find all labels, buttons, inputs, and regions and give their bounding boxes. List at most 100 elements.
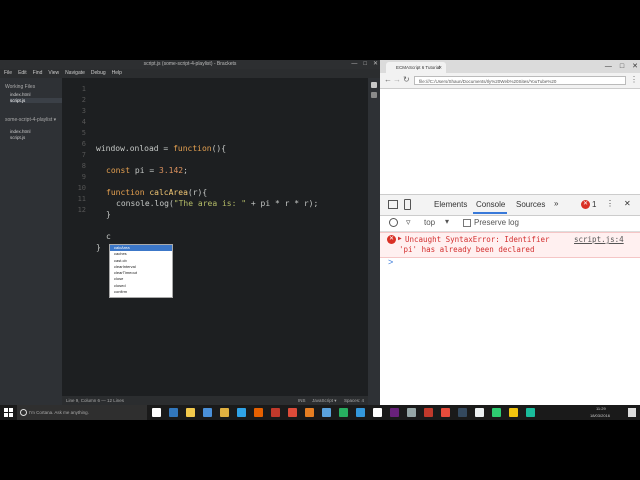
minimize-icon[interactable]: — <box>605 60 612 73</box>
app-icon-5[interactable] <box>407 408 416 417</box>
devtools-close-icon[interactable]: ✕ <box>624 199 631 208</box>
file-sidebar: Working Files index.html script.js some-… <box>0 78 62 405</box>
autocomplete-item[interactable]: confirm <box>110 289 172 295</box>
app-icon[interactable] <box>271 408 280 417</box>
line-number: 5 <box>81 129 86 137</box>
menu-file[interactable]: File <box>4 69 12 78</box>
brackets-window: script.js (some-script-4-playlist) - Bra… <box>0 60 380 405</box>
back-icon[interactable]: ← <box>384 75 392 84</box>
menu-edit[interactable]: Edit <box>18 69 27 78</box>
photoshop-icon[interactable] <box>237 408 246 417</box>
menu-debug[interactable]: Debug <box>91 69 106 78</box>
firefox-icon[interactable] <box>254 408 263 417</box>
app-icon-10[interactable] <box>492 408 501 417</box>
maximize-icon[interactable]: □ <box>620 60 624 73</box>
insert-mode[interactable]: INS <box>298 396 306 405</box>
code-line-6: console.log("The area is: " + pi * r * r… <box>116 199 319 208</box>
language-select[interactable]: JavaScript ▾ <box>312 396 337 405</box>
app-icon-6[interactable] <box>424 408 433 417</box>
preserve-log-checkbox[interactable] <box>463 219 471 227</box>
menu-icon[interactable]: ⋮ <box>630 75 638 84</box>
minimize-icon[interactable]: — <box>351 60 357 69</box>
brackets-icon[interactable] <box>322 408 331 417</box>
console-toolbar: ▿ top ▾ Preserve log <box>380 215 640 232</box>
line-number: 8 <box>81 162 86 170</box>
chrome-tab-strip: ECMAScript 6 Tutorial ✕ — □ ✕ <box>380 60 640 73</box>
inspect-icon[interactable] <box>388 200 398 209</box>
indent-setting[interactable]: Spaces: 4 <box>344 396 364 405</box>
app-icon-8[interactable] <box>458 408 467 417</box>
app-icon-9[interactable] <box>475 408 484 417</box>
browser-tab[interactable]: ECMAScript 6 Tutorial ✕ <box>386 62 446 73</box>
maximize-icon[interactable]: □ <box>363 60 367 69</box>
extension-manager-icon[interactable] <box>371 92 377 98</box>
menu-find[interactable]: Find <box>33 69 43 78</box>
project-header[interactable]: some-script-4-playlist ▾ <box>5 117 62 123</box>
code-line-1: window.onload = function(){ <box>96 144 227 153</box>
clock-date: 18/03/2016 <box>590 413 611 418</box>
chrome-window: ECMAScript 6 Tutorial ✕ — □ ✕ ← → ↻ file… <box>380 60 640 406</box>
app-icon-11[interactable] <box>509 408 518 417</box>
task-view-icon[interactable] <box>152 408 161 417</box>
page-viewport[interactable] <box>380 89 640 194</box>
preserve-log-label: Preserve log <box>474 218 519 227</box>
devtools-tab-bar: Elements Console Sources » ✕ 1 ⋮ ✕ <box>380 195 640 216</box>
app-icon-7[interactable] <box>441 408 450 417</box>
working-file-script[interactable]: script.js <box>10 98 62 103</box>
expand-arrow-icon[interactable]: ▶ <box>398 235 402 242</box>
folder-icon[interactable] <box>220 408 229 417</box>
project-file-index[interactable]: index.html <box>10 129 62 134</box>
line-number: 7 <box>81 151 86 159</box>
line-number: 12 <box>77 206 86 214</box>
tab-sources[interactable]: Sources <box>516 200 545 209</box>
menu-help[interactable]: Help <box>112 69 122 78</box>
error-source-link[interactable]: script.js:4 <box>574 235 624 244</box>
filter-icon[interactable]: ▿ <box>406 217 411 228</box>
project-file-script[interactable]: script.js <box>10 135 62 140</box>
menu-navigate[interactable]: Navigate <box>65 69 85 78</box>
live-preview-icon[interactable] <box>371 82 377 88</box>
more-tabs-button[interactable]: » <box>554 199 558 208</box>
windows-start-icon[interactable] <box>4 408 13 417</box>
chevron-down-icon[interactable]: ▾ <box>445 217 449 226</box>
menu-view[interactable]: View <box>48 69 59 78</box>
chrome-window-controls: — □ ✕ <box>605 60 638 73</box>
console-prompt[interactable]: > <box>388 257 393 267</box>
working-files-header: Working Files <box>5 84 36 90</box>
app-icon-3[interactable] <box>356 408 365 417</box>
tab-elements[interactable]: Elements <box>434 200 467 209</box>
clear-console-icon[interactable] <box>389 218 398 227</box>
address-bar[interactable]: file:///C:/Users/Shaun/Documents/Ily%20W… <box>414 76 626 85</box>
close-icon[interactable]: ✕ <box>373 60 378 69</box>
app-icon-2[interactable] <box>339 408 348 417</box>
tab-close-icon[interactable]: ✕ <box>438 62 442 73</box>
devtools-menu-icon[interactable]: ⋮ <box>606 199 614 208</box>
device-toolbar-icon[interactable] <box>404 199 411 210</box>
brackets-title-bar: script.js (some-script-4-playlist) - Bra… <box>0 60 380 69</box>
code-line-10: } <box>96 243 101 252</box>
error-icon: ✕ <box>387 235 396 244</box>
forward-icon[interactable]: → <box>393 75 401 84</box>
app-icon-12[interactable] <box>526 408 535 417</box>
context-select[interactable]: top <box>424 218 435 227</box>
edge-icon[interactable] <box>169 408 178 417</box>
cortana-search[interactable]: I'm Cortana. Ask me anything. <box>17 405 147 420</box>
tab-console[interactable]: Console <box>476 200 505 209</box>
line-number: 9 <box>81 173 86 181</box>
visual-studio-icon[interactable] <box>390 408 399 417</box>
app-icon-4[interactable] <box>373 408 382 417</box>
line-number: 10 <box>77 184 86 192</box>
notification-icon[interactable] <box>628 408 636 417</box>
illustrator-icon[interactable] <box>305 408 314 417</box>
line-number: 1 <box>81 85 86 93</box>
chrome-icon[interactable] <box>288 408 297 417</box>
close-icon[interactable]: ✕ <box>632 60 638 73</box>
error-icon[interactable]: ✕ <box>581 200 590 209</box>
file-explorer-icon[interactable] <box>186 408 195 417</box>
line-number: 11 <box>77 195 86 203</box>
working-file-index[interactable]: index.html <box>10 92 62 97</box>
code-editor[interactable]: 1 2 3 4 5 6 7 8 9 10 11 12 window.onload… <box>62 78 368 396</box>
reload-icon[interactable]: ↻ <box>403 75 410 84</box>
store-icon[interactable] <box>203 408 212 417</box>
code-line-7: } <box>106 210 111 219</box>
